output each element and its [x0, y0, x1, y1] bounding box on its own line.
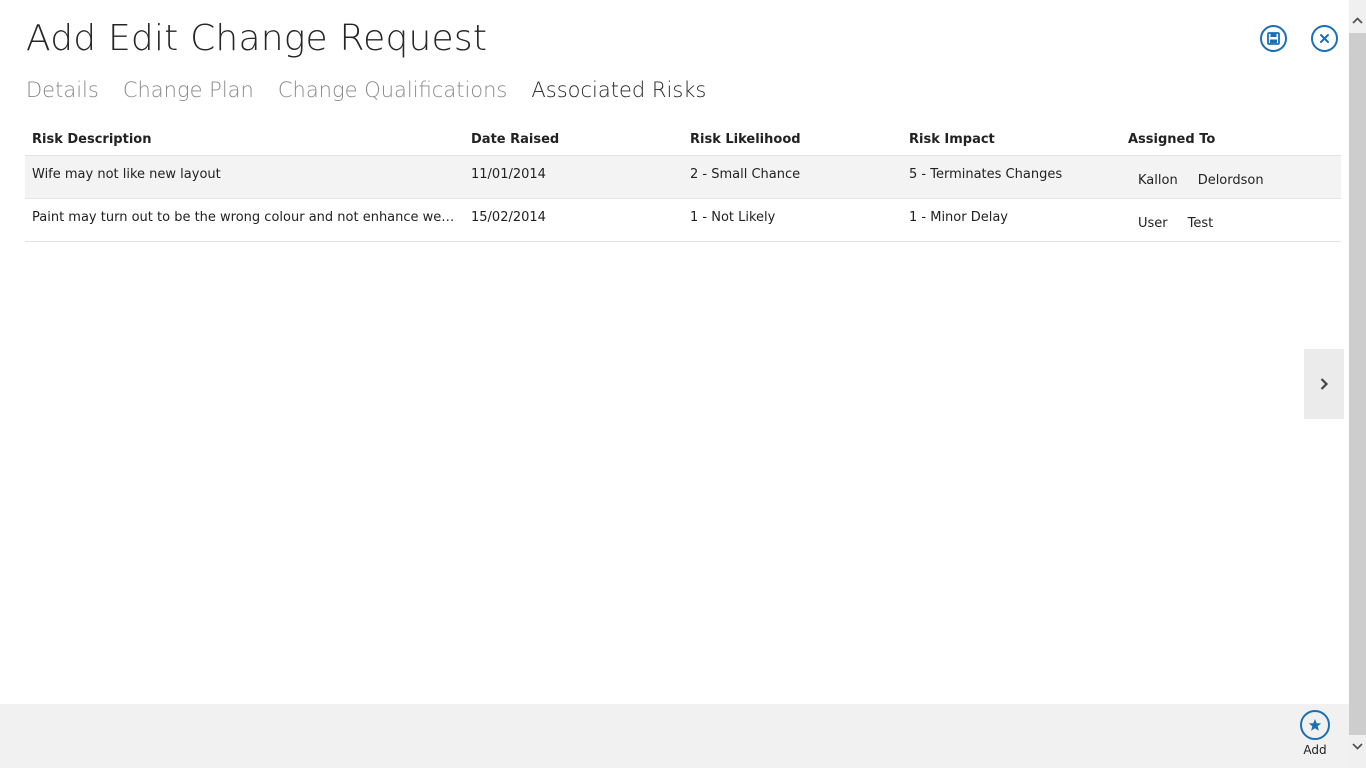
- risk-impact-cell: 5 - Terminates Changes: [902, 155, 1121, 199]
- risk-description-cell: Wife may not like new layout: [25, 155, 464, 199]
- chevron-right-icon: [1320, 378, 1329, 390]
- app-bar: Add: [0, 704, 1349, 768]
- scrollbar-thumb[interactable]: [1349, 33, 1366, 735]
- associated-risks-table: Risk Description Date Raised Risk Likeli…: [25, 131, 1341, 242]
- page-title: Add Edit Change Request: [26, 18, 488, 59]
- date-raised: 15/02/2014: [471, 209, 546, 225]
- add-button[interactable]: Add: [1290, 710, 1340, 757]
- assigned-to: Kallon Delordson: [1128, 156, 1334, 188]
- assigned-to-cell: User Test: [1121, 198, 1341, 242]
- date-raised: 11/01/2014: [471, 166, 546, 182]
- risk-description: Paint may turn out to be the wrong colou…: [32, 209, 457, 225]
- chevron-down-icon: [1352, 742, 1363, 750]
- tab-bar: Details Change Plan Change Qualification…: [26, 78, 706, 102]
- assignee-first-name: User: [1138, 215, 1168, 231]
- date-raised-cell: 15/02/2014: [464, 198, 683, 242]
- tab-details[interactable]: Details: [26, 78, 99, 102]
- next-page-button[interactable]: [1304, 349, 1344, 419]
- risk-impact-cell: 1 - Minor Delay: [902, 198, 1121, 242]
- scroll-up-button[interactable]: [1349, 10, 1366, 30]
- add-label: Add: [1303, 743, 1327, 757]
- column-header-risk-impact[interactable]: Risk Impact: [902, 131, 1121, 156]
- assigned-to: User Test: [1128, 199, 1334, 231]
- tab-change-plan[interactable]: Change Plan: [123, 78, 254, 102]
- column-header-date-raised[interactable]: Date Raised: [464, 131, 683, 156]
- risk-impact: 1 - Minor Delay: [909, 209, 1009, 225]
- close-button[interactable]: [1311, 25, 1338, 52]
- column-header-risk-description[interactable]: Risk Description: [25, 131, 464, 156]
- save-button[interactable]: [1260, 25, 1287, 52]
- risk-likelihood-cell: 2 - Small Chance: [683, 155, 902, 199]
- scroll-down-button[interactable]: [1349, 736, 1366, 756]
- assignee-first-name: Kallon: [1138, 172, 1178, 188]
- add-button-circle: [1300, 710, 1330, 740]
- column-header-assigned-to[interactable]: Assigned To: [1121, 131, 1341, 156]
- risk-description: Wife may not like new layout: [32, 166, 221, 182]
- column-header-risk-likelihood[interactable]: Risk Likelihood: [683, 131, 902, 156]
- table-row[interactable]: Paint may turn out to be the wrong colou…: [25, 198, 1341, 242]
- tab-associated-risks[interactable]: Associated Risks: [531, 78, 706, 102]
- table-row[interactable]: Wife may not like new layout 11/01/2014 …: [25, 155, 1341, 199]
- close-icon: [1320, 34, 1329, 43]
- save-icon: [1267, 32, 1280, 45]
- date-raised-cell: 11/01/2014: [464, 155, 683, 199]
- risk-likelihood-cell: 1 - Not Likely: [683, 198, 902, 242]
- chevron-up-icon: [1352, 16, 1363, 24]
- assignee-last-name: Test: [1187, 215, 1214, 231]
- risk-likelihood: 1 - Not Likely: [690, 209, 776, 225]
- risk-description-cell: Paint may turn out to be the wrong colou…: [25, 198, 464, 242]
- tab-change-qualifications[interactable]: Change Qualifications: [278, 78, 508, 102]
- risk-impact: 5 - Terminates Changes: [909, 166, 1063, 182]
- star-icon: [1308, 719, 1322, 731]
- table-header-row: Risk Description Date Raised Risk Likeli…: [25, 131, 1341, 156]
- assigned-to-cell: Kallon Delordson: [1121, 155, 1341, 199]
- risk-likelihood: 2 - Small Chance: [690, 166, 801, 182]
- vertical-scrollbar[interactable]: [1349, 0, 1366, 768]
- assignee-last-name: Delordson: [1197, 172, 1264, 188]
